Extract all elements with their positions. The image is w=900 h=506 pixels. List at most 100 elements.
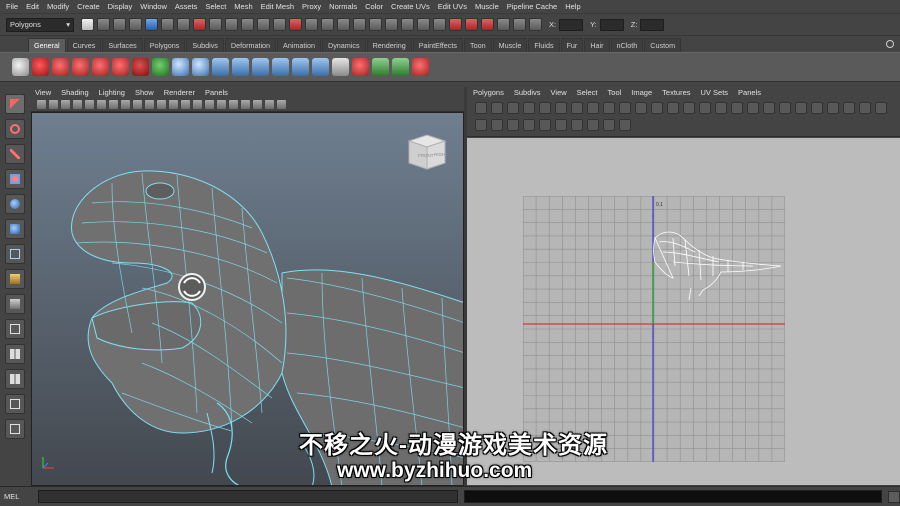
lock-selection-icon[interactable]: [177, 18, 190, 31]
script-editor-button[interactable]: [888, 490, 900, 503]
menu-mesh[interactable]: Mesh: [234, 2, 252, 11]
separate-icon[interactable]: [312, 58, 329, 76]
share-icon[interactable]: [277, 100, 286, 109]
uv-toolbar-button[interactable]: [859, 102, 871, 114]
uv-toolbar-button[interactable]: [635, 102, 647, 114]
open-scene-icon[interactable]: [97, 18, 110, 31]
command-input-field[interactable]: [37, 490, 458, 503]
select-misc-icon[interactable]: [305, 18, 318, 31]
x-field[interactable]: [559, 18, 584, 31]
shelf-tab-surfaces[interactable]: Surfaces: [102, 38, 143, 52]
menu-file[interactable]: File: [6, 2, 18, 11]
use-all-lights-icon[interactable]: [217, 100, 226, 109]
make-live-icon[interactable]: [385, 18, 398, 31]
uv-toolbar-button[interactable]: [587, 119, 599, 131]
shadows-icon[interactable]: [229, 100, 238, 109]
snap-grid-icon[interactable]: [321, 18, 334, 31]
snap-curve-icon[interactable]: [337, 18, 350, 31]
viewport-menu-panels[interactable]: Panels: [205, 88, 228, 97]
shelf-tab-ncloth[interactable]: nCloth: [610, 38, 644, 52]
absolute-transform-icon[interactable]: [529, 18, 542, 31]
viewport-menu-shading[interactable]: Shading: [61, 88, 89, 97]
uv-menu-image[interactable]: Image: [631, 88, 652, 97]
menu-normals[interactable]: Normals: [329, 2, 357, 11]
shelf-tab-painteffects[interactable]: PaintEffects: [412, 38, 463, 52]
layout-two-panes[interactable]: [5, 369, 25, 389]
menu-create[interactable]: Create: [77, 2, 100, 11]
viewport-menu-show[interactable]: Show: [135, 88, 154, 97]
shelf-tab-subdivs[interactable]: Subdivs: [186, 38, 224, 52]
uv-toolbar-button[interactable]: [779, 102, 791, 114]
shelf-tab-hair[interactable]: Hair: [584, 38, 610, 52]
ipr-render-icon[interactable]: [481, 18, 494, 31]
uv-toolbar-button[interactable]: [523, 102, 535, 114]
viewcube[interactable]: FRONT RIGHT: [405, 131, 449, 171]
resolution-gate-icon[interactable]: [109, 100, 118, 109]
uv-toolbar-button[interactable]: [571, 119, 583, 131]
uv-toolbar-button[interactable]: [651, 102, 663, 114]
menu-pipeline-cache[interactable]: Pipeline Cache: [507, 2, 557, 11]
uv-toolbar-button[interactable]: [843, 102, 855, 114]
paint-select-icon[interactable]: [92, 58, 109, 76]
menu-modify[interactable]: Modify: [47, 2, 69, 11]
combine-icon[interactable]: [292, 58, 309, 76]
y-field[interactable]: [599, 18, 624, 31]
selection-tool-icon[interactable]: [52, 58, 69, 76]
shelf-menu-icon[interactable]: [12, 58, 29, 76]
cube-icon[interactable]: [192, 58, 209, 76]
z-field[interactable]: [640, 18, 665, 31]
uv-toolbar-button[interactable]: [587, 102, 599, 114]
select-surface-icon[interactable]: [241, 18, 254, 31]
select-rendering-icon[interactable]: [289, 18, 302, 31]
uv-toolbar-button[interactable]: [699, 102, 711, 114]
wireframe-icon[interactable]: [169, 100, 178, 109]
viewport-menu-view[interactable]: View: [35, 88, 51, 97]
shelf-gear-icon[interactable]: [886, 40, 894, 48]
help-line-icon[interactable]: [32, 58, 49, 76]
layout-persp-outliner[interactable]: [5, 394, 25, 414]
shelf-tab-deformation[interactable]: Deformation: [224, 38, 277, 52]
move-tool[interactable]: [5, 169, 25, 189]
uv-menu-tool[interactable]: Tool: [608, 88, 622, 97]
menu-proxy[interactable]: Proxy: [302, 2, 321, 11]
smooth-icon[interactable]: [332, 58, 349, 76]
uv-toolbar-button[interactable]: [555, 102, 567, 114]
extrude-icon[interactable]: [352, 58, 369, 76]
select-object-icon[interactable]: [145, 18, 158, 31]
select-camera-icon[interactable]: [37, 100, 46, 109]
safe-action-icon[interactable]: [145, 100, 154, 109]
uv-menu-view[interactable]: View: [551, 88, 567, 97]
select-joint-icon[interactable]: [209, 18, 222, 31]
uv-menu-panels[interactable]: Panels: [738, 88, 761, 97]
cone-icon[interactable]: [232, 58, 249, 76]
viewport-menu-renderer[interactable]: Renderer: [164, 88, 195, 97]
plane-icon[interactable]: [252, 58, 269, 76]
camera-attributes-icon[interactable]: [49, 100, 58, 109]
select-curve-icon[interactable]: [225, 18, 238, 31]
uv-toolbar-button[interactable]: [475, 119, 487, 131]
uv-toolbar-button[interactable]: [715, 102, 727, 114]
select-component-icon[interactable]: [161, 18, 174, 31]
uv-toolbar-button[interactable]: [811, 102, 823, 114]
last-tool[interactable]: [5, 294, 25, 314]
menu-muscle[interactable]: Muscle: [475, 2, 499, 11]
uv-toolbar-button[interactable]: [555, 119, 567, 131]
snap-view-plane-icon[interactable]: [369, 18, 382, 31]
uv-toolbar-button[interactable]: [507, 119, 519, 131]
command-language-label[interactable]: MEL: [4, 492, 32, 501]
uv-menu-subdivs[interactable]: Subdivs: [514, 88, 541, 97]
xray-icon[interactable]: [241, 100, 250, 109]
lasso-tool-icon[interactable]: [72, 58, 89, 76]
xray-joints-icon[interactable]: [265, 100, 274, 109]
uv-toolbar-button[interactable]: [491, 119, 503, 131]
select-hierarchy-icon[interactable]: [129, 18, 142, 31]
gate-mask-icon[interactable]: [121, 100, 130, 109]
isolate-select-icon[interactable]: [253, 100, 262, 109]
render-settings-icon[interactable]: [497, 18, 510, 31]
construction-history-icon[interactable]: [433, 18, 446, 31]
soft-mod-tool[interactable]: [5, 269, 25, 289]
shelf-tab-fur[interactable]: Fur: [560, 38, 584, 52]
menu-window[interactable]: Window: [140, 2, 167, 11]
shelf-tab-animation[interactable]: Animation: [277, 38, 322, 52]
uv-toolbar-button[interactable]: [539, 102, 551, 114]
